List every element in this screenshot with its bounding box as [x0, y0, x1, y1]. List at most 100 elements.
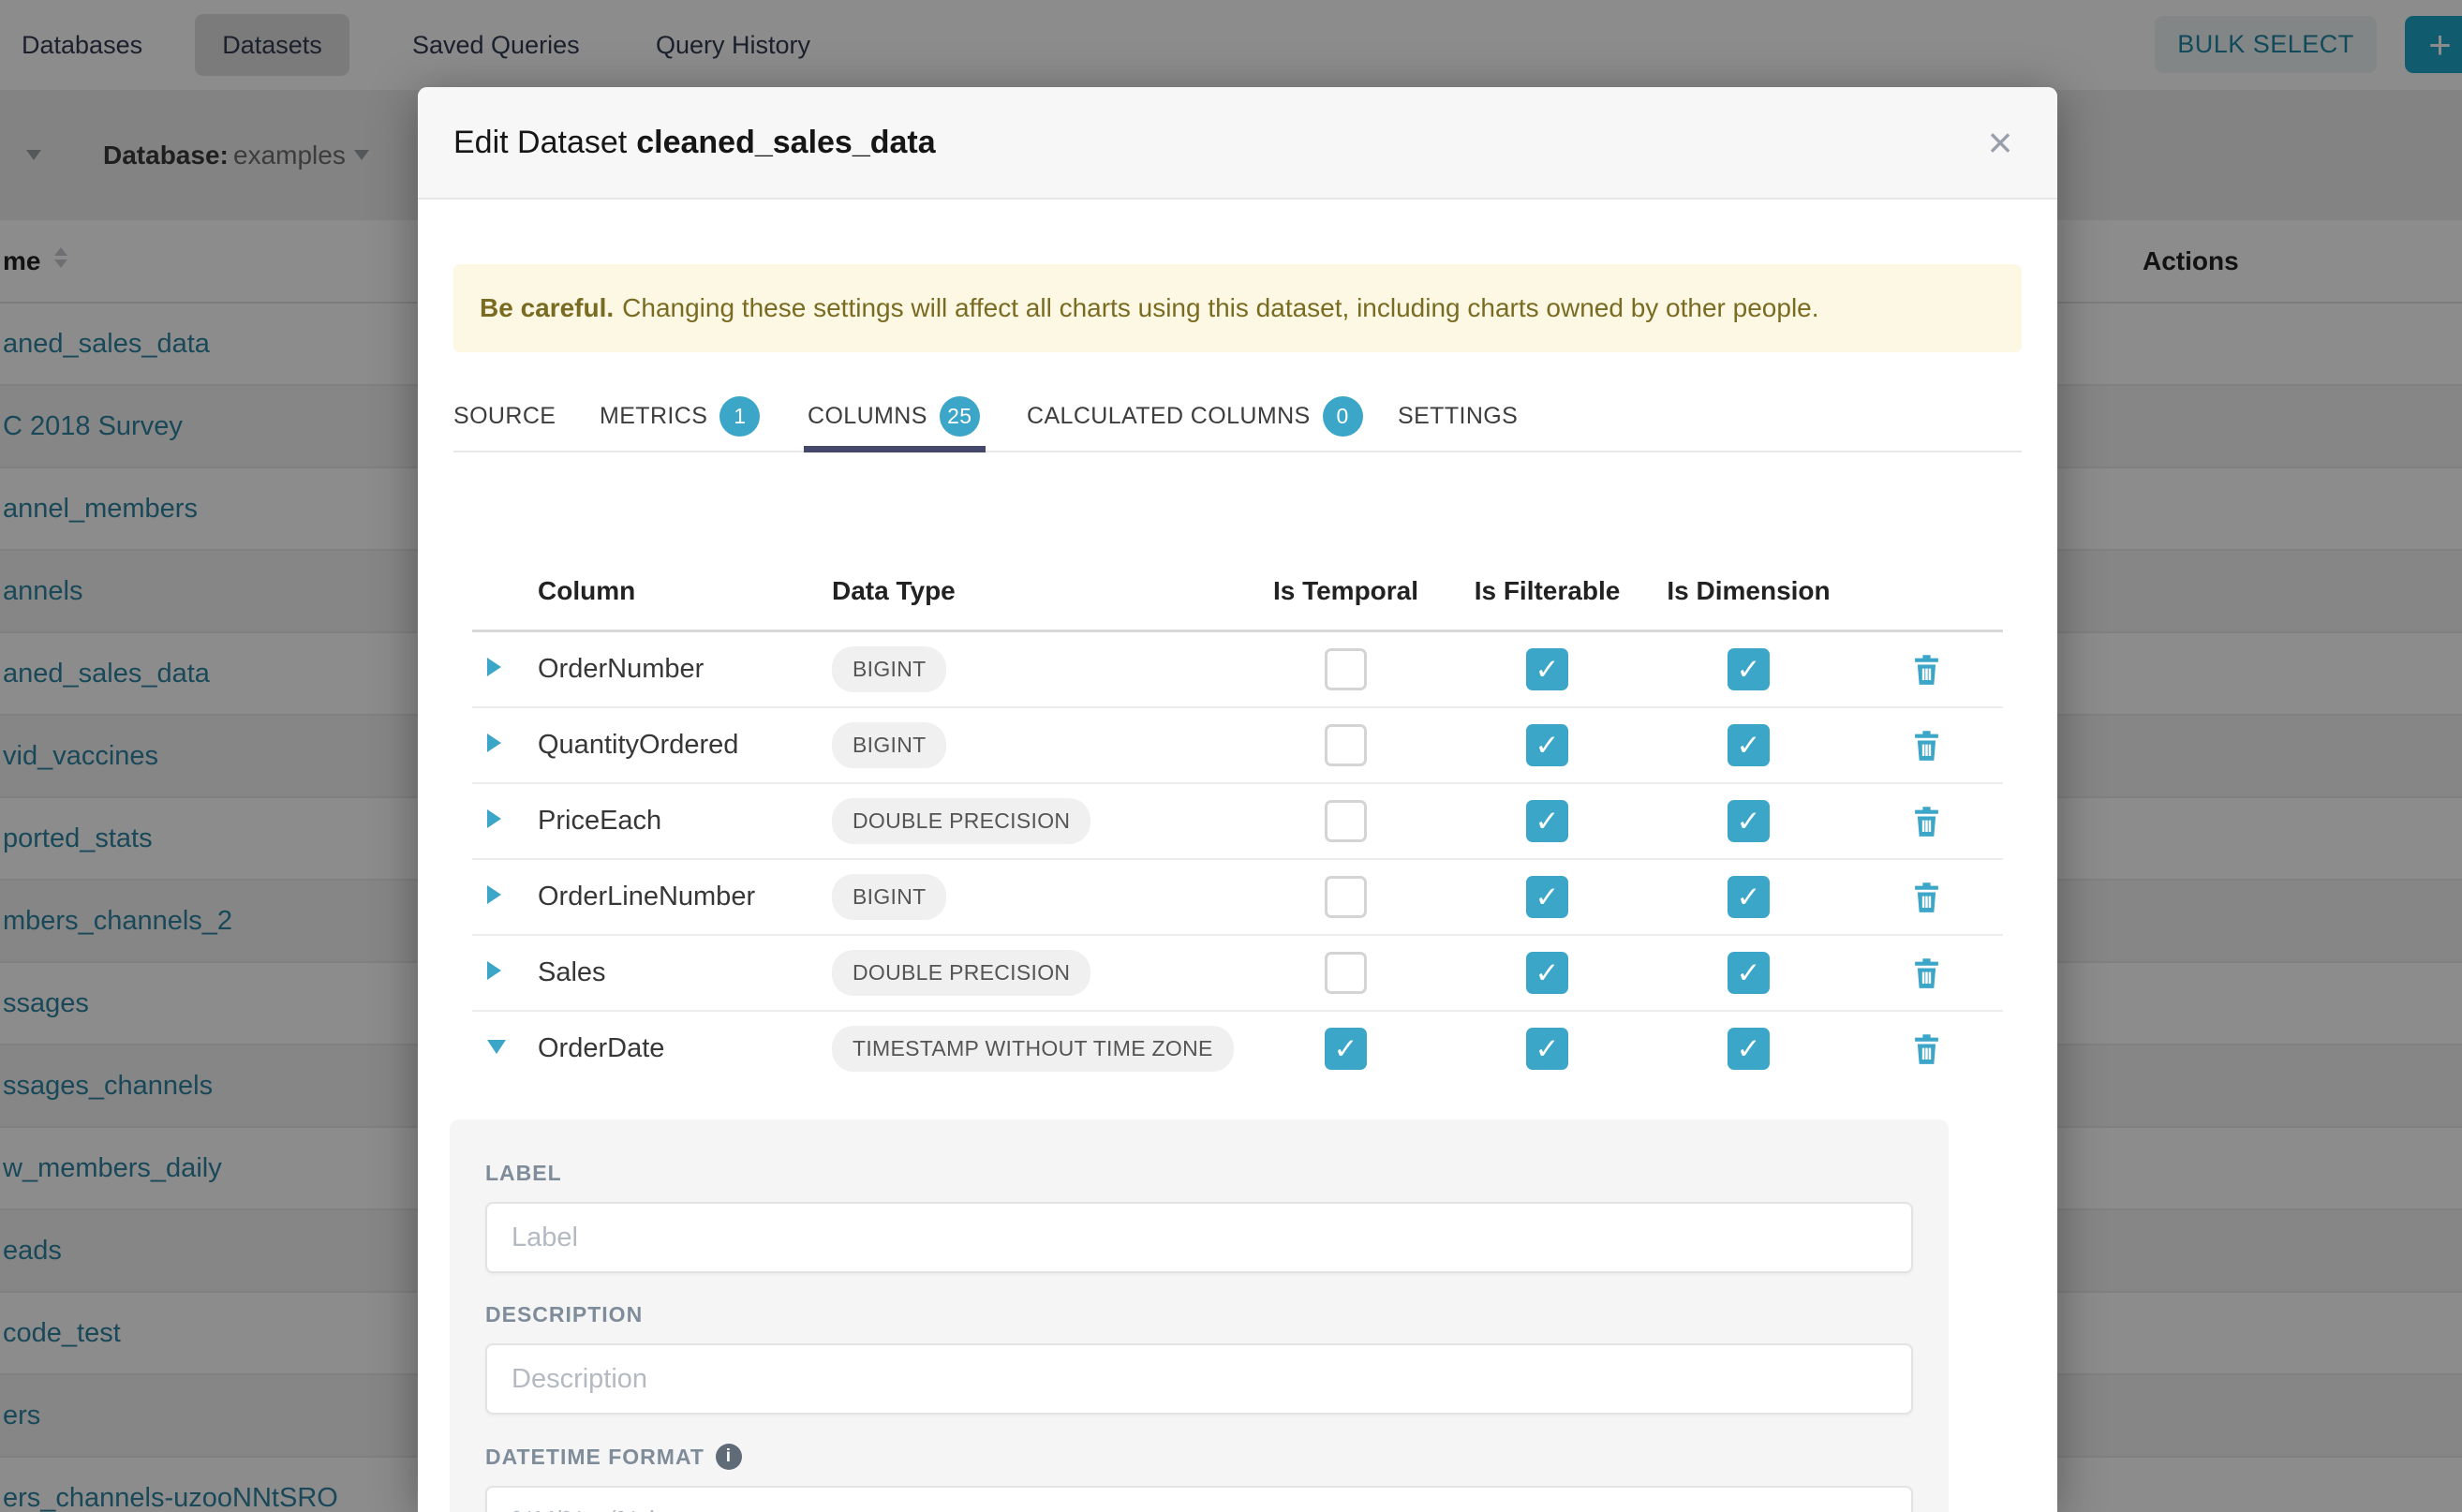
trash-icon[interactable] — [1911, 1032, 1942, 1066]
modal-title: Edit Dataset cleaned_sales_data — [453, 87, 936, 198]
warning-banner: Be careful. Changing these settings will… — [453, 264, 2022, 352]
check-icon: ✓ — [1737, 956, 1761, 990]
modal-dataset-name: cleaned_sales_data — [636, 125, 935, 161]
column-header: Column — [517, 576, 819, 606]
expand-toggle[interactable] — [472, 734, 517, 757]
warning-bold: Be careful. — [480, 293, 614, 323]
is-filterable-checkbox[interactable]: ✓ — [1526, 724, 1568, 766]
data-type-pill: DOUBLE PRECISION — [832, 798, 1090, 844]
column-name: Sales — [517, 957, 819, 988]
column-row: PriceEach DOUBLE PRECISION ✓ ✓ ✓ — [472, 784, 2003, 860]
column-row: OrderLineNumber BIGINT ✓ ✓ ✓ — [472, 860, 2003, 936]
check-icon: ✓ — [1737, 729, 1761, 763]
check-icon: ✓ — [1535, 805, 1560, 838]
data-type-pill: DOUBLE PRECISION — [832, 950, 1090, 996]
data-type-pill: TIMESTAMP WITHOUT TIME ZONE — [832, 1026, 1234, 1072]
check-icon: ✓ — [1535, 1032, 1560, 1066]
is-filterable-checkbox[interactable]: ✓ — [1526, 876, 1568, 918]
label-field-label: LABEL — [485, 1161, 1913, 1186]
is-dimension-checkbox[interactable]: ✓ — [1728, 1028, 1770, 1070]
column-row: OrderNumberBIGINT✓✓✓ — [472, 632, 2003, 708]
modal-body: Be careful. Changing these settings will… — [418, 200, 2057, 1512]
is-dimension-checkbox[interactable]: ✓ — [1728, 648, 1770, 690]
caret-right-icon — [487, 658, 501, 676]
check-icon: ✓ — [1737, 653, 1761, 687]
tab-columns[interactable]: COLUMNS 25 — [808, 381, 980, 451]
tab-source[interactable]: SOURCE — [453, 381, 556, 451]
is-dimension-header: Is Dimension — [1648, 576, 1849, 606]
modal-title-prefix: Edit Dataset — [453, 125, 627, 161]
caret-right-icon — [487, 809, 501, 828]
is-dimension-checkbox[interactable]: ✓ — [1728, 724, 1770, 766]
tab-count-badge: 1 — [719, 396, 760, 437]
expand-toggle[interactable] — [472, 885, 517, 909]
is-temporal-header: Is Temporal — [1245, 576, 1446, 606]
is-temporal-checkbox[interactable]: ✓ — [1325, 876, 1367, 918]
is-filterable-checkbox[interactable]: ✓ — [1526, 800, 1568, 842]
edit-dataset-modal: Edit Dataset cleaned_sales_data × Be car… — [418, 87, 2057, 1512]
column-name: OrderLineNumber — [517, 882, 819, 912]
datasets-page: DatabasesDatasetsSaved QueriesQuery Hist… — [0, 0, 2462, 1512]
warning-text: Changing these settings will affect all … — [622, 293, 1818, 323]
trash-icon[interactable] — [1911, 881, 1942, 914]
close-icon[interactable]: × — [1971, 113, 2029, 171]
is-temporal-checkbox[interactable]: ✓ — [1325, 800, 1367, 842]
description-input[interactable] — [485, 1343, 1913, 1415]
check-icon: ✓ — [1535, 881, 1560, 914]
info-icon[interactable]: i — [716, 1444, 742, 1470]
caret-right-icon — [487, 885, 501, 904]
caret-down-icon — [487, 1040, 506, 1054]
expand-toggle[interactable] — [472, 961, 517, 985]
datetime-format-field-label: DATETIME FORMAT i — [485, 1444, 1913, 1470]
is-temporal-checkbox[interactable]: ✓ — [1325, 952, 1367, 994]
data-type-pill: BIGINT — [832, 874, 946, 920]
is-dimension-checkbox[interactable]: ✓ — [1728, 800, 1770, 842]
trash-icon[interactable] — [1911, 729, 1942, 763]
data-type-header: Data Type — [819, 576, 1245, 606]
expand-toggle[interactable] — [472, 658, 517, 681]
tab-count-badge: 25 — [940, 396, 980, 437]
is-temporal-checkbox[interactable]: ✓ — [1325, 724, 1367, 766]
trash-icon[interactable] — [1911, 956, 1942, 990]
column-row: QuantityOrderedBIGINT✓✓✓ — [472, 708, 2003, 784]
is-filterable-header: Is Filterable — [1446, 576, 1648, 606]
tab-count-badge: 0 — [1323, 396, 1363, 437]
column-name: OrderNumber — [517, 654, 819, 685]
column-name: PriceEach — [517, 806, 819, 837]
check-icon: ✓ — [1535, 729, 1560, 763]
column-row: OrderDate TIMESTAMP WITHOUT TIME ZONE ✓ ✓ ✓ — [472, 1012, 2003, 1086]
check-icon: ✓ — [1737, 1032, 1761, 1066]
trash-icon[interactable] — [1911, 805, 1942, 838]
tab-label: CALCULATED COLUMNS — [1027, 403, 1311, 430]
tab-label: COLUMNS — [808, 403, 927, 430]
column-row: Sales DOUBLE PRECISION ✓ ✓ ✓ — [472, 936, 2003, 1012]
tab-label: SETTINGS — [1398, 403, 1518, 430]
tab-settings[interactable]: SETTINGS — [1398, 381, 1518, 451]
is-filterable-checkbox[interactable]: ✓ — [1526, 1028, 1568, 1070]
is-filterable-checkbox[interactable]: ✓ — [1526, 648, 1568, 690]
is-dimension-checkbox[interactable]: ✓ — [1728, 876, 1770, 918]
check-icon: ✓ — [1535, 956, 1560, 990]
label-input[interactable] — [485, 1202, 1913, 1273]
tab-label: SOURCE — [453, 403, 556, 430]
is-temporal-checkbox[interactable]: ✓ — [1325, 648, 1367, 690]
check-icon: ✓ — [1737, 881, 1761, 914]
column-name: OrderDate — [517, 1033, 819, 1064]
expand-toggle[interactable] — [472, 1040, 517, 1059]
expand-toggle[interactable] — [472, 809, 517, 833]
caret-right-icon — [487, 961, 501, 980]
tab-calculated-columns[interactable]: CALCULATED COLUMNS 0 — [1027, 381, 1363, 451]
check-icon: ✓ — [1535, 653, 1560, 687]
tab-label: METRICS — [600, 403, 707, 430]
is-filterable-checkbox[interactable]: ✓ — [1526, 952, 1568, 994]
check-icon: ✓ — [1334, 1032, 1358, 1066]
trash-icon[interactable] — [1911, 653, 1942, 687]
modal-tabs: SOURCE METRICS 1 COLUMNS 25 CALCULATED COLUMN… — [453, 381, 2022, 452]
caret-right-icon — [487, 734, 501, 752]
columns-table: Column Data Type Is Temporal Is Filterab… — [472, 553, 2003, 1086]
is-dimension-checkbox[interactable]: ✓ — [1728, 952, 1770, 994]
tab-metrics[interactable]: METRICS 1 — [600, 381, 760, 451]
is-temporal-checkbox[interactable]: ✓ — [1325, 1028, 1367, 1070]
check-icon: ✓ — [1737, 805, 1761, 838]
datetime-format-input[interactable] — [485, 1486, 1913, 1512]
